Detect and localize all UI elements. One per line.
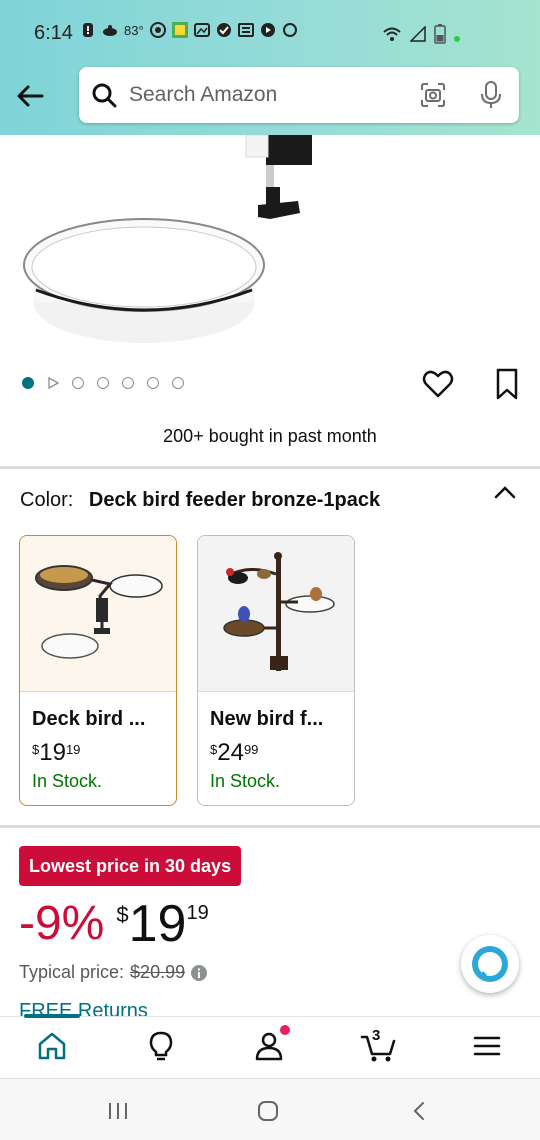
price-fraction: 19	[186, 902, 209, 924]
price-whole: 24	[217, 739, 244, 766]
signal-icon	[410, 26, 426, 42]
carousel-dot[interactable]	[72, 377, 84, 389]
variant-card[interactable]: Deck bird ... $ 19 19 In Stock.	[19, 535, 177, 806]
notification-dot	[280, 1025, 290, 1035]
menu-icon[interactable]	[470, 1029, 504, 1063]
discount-percent: -9%	[19, 897, 105, 950]
carousel-dot[interactable]	[172, 377, 184, 389]
variant-name: New bird f...	[210, 708, 324, 730]
search-input[interactable]: Search Amazon	[129, 83, 277, 107]
status-temperature: 83°	[124, 22, 144, 38]
status-bar: 6:14 83°	[0, 0, 540, 60]
bookmark-icon[interactable]	[494, 367, 520, 401]
chevron-up-icon[interactable]	[492, 483, 518, 503]
variant-price: $ 24 99	[210, 739, 258, 767]
carousel-dot[interactable]	[97, 377, 109, 389]
news-icon	[237, 23, 254, 37]
status-time: 6:14	[34, 22, 73, 44]
variant-image-deck-bird-feeder	[35, 565, 163, 659]
check-circle-icon	[216, 23, 231, 37]
stock-status: In Stock.	[210, 771, 281, 791]
deal-badge: Lowest price in 30 days	[19, 846, 242, 886]
play-circle-icon	[260, 23, 275, 37]
app-notification-icon	[149, 22, 166, 38]
color-label: Color:	[20, 489, 74, 511]
variant-image-new-bird-feeder	[223, 552, 335, 671]
price-currency: $	[32, 742, 40, 757]
back-nav-icon[interactable]	[408, 1099, 432, 1123]
bottom-navigation: 3	[0, 1014, 540, 1078]
bird-feeder-tray-image	[23, 135, 312, 343]
info-icon[interactable]	[191, 964, 208, 981]
typical-price-row: Typical price: $20.99	[19, 962, 208, 983]
alert-icon	[83, 23, 93, 37]
deal-price: -9% $ 19 19	[19, 896, 209, 951]
alexa-icon	[472, 946, 508, 982]
status-system-icons	[382, 24, 460, 44]
ring-icon	[282, 23, 297, 37]
stock-status: In Stock.	[32, 771, 103, 791]
variant-card[interactable]: New bird f... $ 24 99 In Stock.	[197, 535, 355, 806]
microphone-icon[interactable]	[479, 80, 503, 110]
alexa-button[interactable]	[461, 935, 519, 993]
price-currency: $	[210, 742, 218, 757]
color-value: Deck bird feeder bronze-1pack	[88, 489, 381, 511]
image-icon	[193, 23, 210, 37]
home-button-icon[interactable]	[256, 1099, 280, 1123]
status-notification-icons: 83°	[80, 22, 298, 38]
cart-button[interactable]: 3	[360, 1027, 398, 1063]
carousel-dot-active[interactable]	[22, 377, 34, 389]
bought-in-past-month: 200+ bought in past month	[163, 426, 377, 446]
variant-thumbnail	[20, 536, 176, 692]
charging-dot-icon	[454, 36, 460, 42]
typical-price-value: $20.99	[130, 962, 186, 982]
product-image[interactable]	[0, 135, 540, 360]
game-notification-icon	[171, 22, 188, 38]
battery-icon	[434, 24, 446, 44]
recents-icon[interactable]	[106, 1099, 130, 1123]
typical-price-label: Typical price:	[19, 962, 125, 982]
carousel-dot[interactable]	[147, 377, 159, 389]
variant-name: Deck bird ...	[32, 708, 146, 730]
search-bar[interactable]: Search Amazon	[79, 67, 519, 123]
price-whole: 19	[128, 895, 187, 953]
account-icon[interactable]	[252, 1029, 286, 1063]
home-icon[interactable]	[35, 1029, 69, 1063]
heart-icon[interactable]	[422, 368, 454, 400]
image-carousel-dots[interactable]	[22, 377, 184, 389]
price-whole: 19	[39, 739, 66, 766]
system-navigation-bar	[0, 1078, 540, 1140]
app-header: 6:14 83° Search Amazon	[0, 0, 540, 135]
back-arrow-icon[interactable]	[14, 80, 46, 112]
cart-count: 3	[372, 1027, 381, 1044]
variant-price: $ 19 19	[32, 739, 80, 767]
price-currency: $	[116, 902, 129, 927]
weather-icon	[103, 25, 117, 36]
price-fraction: 19	[65, 742, 81, 757]
variant-thumbnail	[198, 536, 354, 692]
wifi-icon	[383, 27, 401, 41]
carousel-dot[interactable]	[122, 377, 134, 389]
section-divider	[0, 825, 540, 828]
lightbulb-icon[interactable]	[144, 1029, 178, 1063]
video-play-icon[interactable]	[47, 377, 59, 389]
section-divider	[0, 466, 540, 469]
active-tab-indicator	[24, 1014, 80, 1018]
color-selector-row[interactable]: Color: Deck bird feeder bronze-1pack	[20, 489, 380, 512]
camera-scan-icon[interactable]	[419, 81, 447, 109]
search-icon	[92, 83, 117, 108]
price-fraction: 99	[243, 742, 259, 757]
